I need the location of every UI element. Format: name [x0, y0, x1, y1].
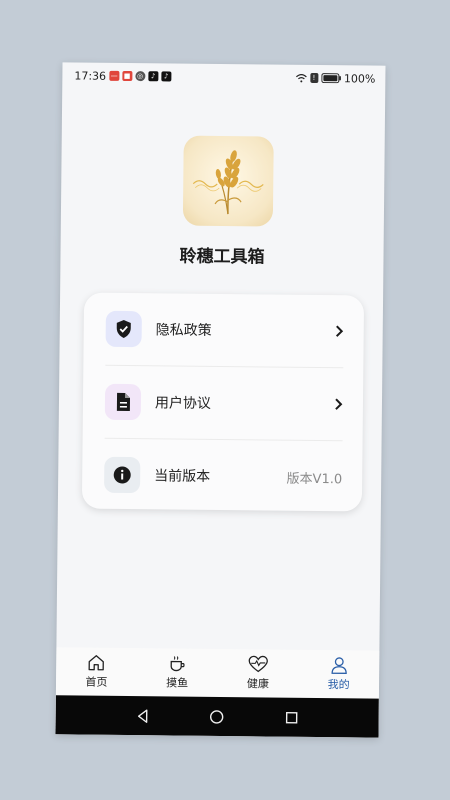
- version-row: 当前版本 版本V1.0: [104, 439, 343, 513]
- battery-icon: [320, 73, 341, 84]
- notification-app-icon: —: [109, 70, 120, 81]
- status-right: ! 100%: [295, 71, 376, 86]
- user-agreement-row[interactable]: 用户协议: [104, 366, 344, 440]
- battery-percent: 100%: [343, 71, 376, 86]
- privacy-policy-row[interactable]: 隐私政策: [105, 293, 344, 367]
- tab-moyu-label: 摸鱼: [166, 676, 189, 690]
- bottom-tab-bar: 首页 摸鱼 健康 我的: [55, 647, 380, 699]
- tiktok-icon: ♪: [161, 71, 172, 82]
- notification-app-icon: ■: [122, 70, 133, 82]
- tab-mine[interactable]: 我的: [298, 650, 379, 699]
- home-icon: [88, 655, 105, 671]
- tab-home-label: 首页: [85, 675, 108, 689]
- tab-mine-label: 我的: [327, 678, 350, 692]
- system-nav-bar: [55, 695, 379, 738]
- app-title: 聆穗工具箱: [179, 246, 265, 268]
- tab-health-label: 健康: [246, 677, 269, 691]
- shield-check-icon: [116, 319, 131, 338]
- tab-health[interactable]: 健康: [217, 649, 298, 698]
- tab-home[interactable]: 首页: [56, 647, 137, 696]
- version-label: 当前版本: [154, 468, 211, 485]
- alert-icon: !: [309, 72, 318, 84]
- notification-app-icon: ◎: [135, 71, 146, 82]
- wifi-icon: [295, 73, 307, 83]
- privacy-policy-label: 隐私政策: [155, 322, 212, 339]
- home-circle-icon[interactable]: [209, 708, 225, 724]
- back-icon[interactable]: [135, 708, 151, 724]
- version-icon-bg: [104, 456, 141, 494]
- status-time: 17:36: [74, 68, 107, 83]
- tab-moyu[interactable]: 摸鱼: [137, 648, 218, 697]
- status-bar: 17:36 — ■ ◎ ♪ ♪ ! 100%: [62, 62, 385, 91]
- chevron-right-icon: [335, 398, 343, 410]
- coffee-cup-icon: [170, 656, 185, 672]
- version-value: 版本V1.0: [286, 471, 343, 487]
- recents-icon[interactable]: [283, 709, 299, 725]
- wheat-logo-icon: [192, 150, 264, 215]
- agreement-icon-bg: [104, 383, 142, 421]
- tiktok-icon: ♪: [148, 71, 159, 82]
- chevron-right-icon: [335, 325, 344, 337]
- info-icon: [113, 466, 131, 484]
- heart-pulse-icon: [248, 655, 268, 673]
- person-icon: [331, 657, 347, 674]
- status-left: 17:36 — ■ ◎ ♪ ♪: [74, 68, 172, 83]
- privacy-icon-bg: [105, 310, 142, 348]
- user-agreement-label: 用户协议: [154, 395, 212, 412]
- settings-card: 隐私政策 用户协议 当前版本 版本V1.0: [81, 292, 365, 513]
- app-logo: [182, 135, 274, 227]
- phone-screen: 17:36 — ■ ◎ ♪ ♪ ! 100% 聆穗工具箱 隐私政策 用户协议 当…: [55, 62, 386, 738]
- document-icon: [116, 392, 131, 412]
